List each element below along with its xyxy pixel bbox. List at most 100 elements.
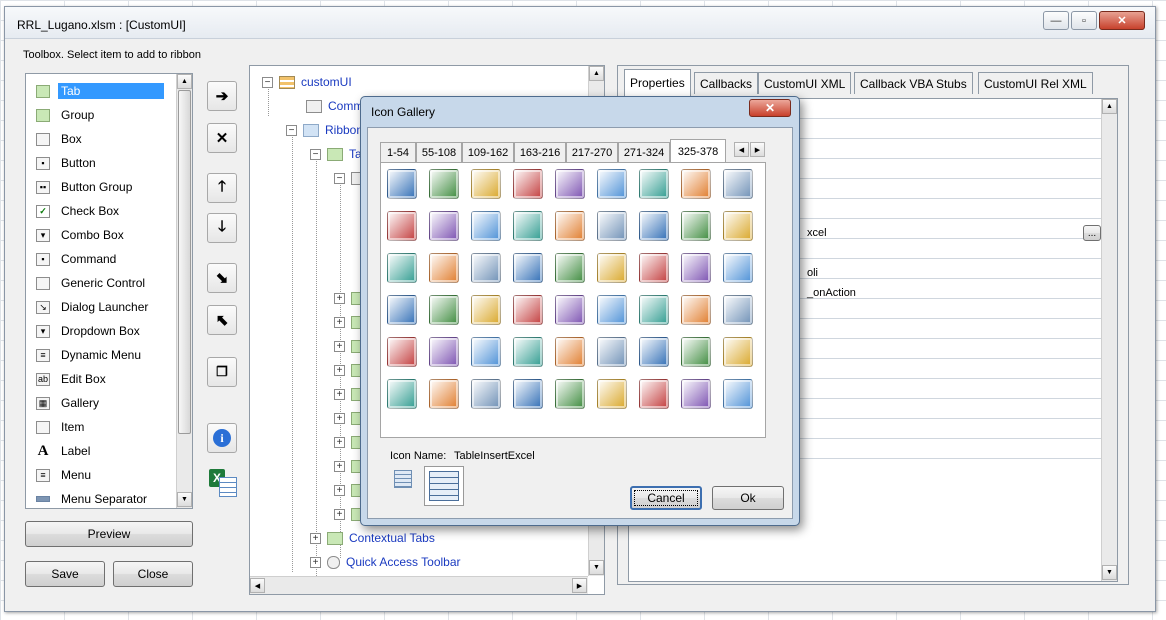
gallery-tab-163-216[interactable]: 163-216 — [514, 142, 566, 162]
access-icon[interactable] — [513, 253, 543, 283]
toolbox-item[interactable]: ✓ Check Box — [36, 200, 122, 222]
excel-link-icon[interactable] — [639, 337, 669, 367]
dialog-close-button[interactable]: ✕ — [749, 99, 791, 117]
word-table-icon[interactable] — [639, 253, 669, 283]
property-value[interactable]: xcel — [807, 227, 827, 239]
sparkle-document-icon[interactable] — [597, 337, 627, 367]
scroll-up-arrow-icon[interactable]: ▲ — [1102, 99, 1117, 114]
web-table-icon[interactable] — [639, 295, 669, 325]
copy-button[interactable]: ❐ — [207, 357, 237, 387]
toolbox-item[interactable]: ▪▪ Button Group — [36, 176, 135, 198]
tab-scroll-right-icon[interactable]: ▶ — [750, 142, 765, 157]
cancel-button[interactable]: Cancel — [630, 486, 702, 510]
shape-icon[interactable] — [387, 169, 417, 199]
expand-toggle[interactable]: + — [334, 388, 345, 400]
gallery-tab-1-54[interactable]: 1-54 — [380, 142, 416, 162]
move-up-button[interactable]: 🡑 — [207, 173, 237, 203]
gallery-tab-271-324[interactable]: 271-324 — [618, 142, 670, 162]
alert-access-icon[interactable] — [723, 253, 753, 283]
picture-icon[interactable] — [555, 379, 585, 409]
org-tree-icon[interactable] — [555, 211, 585, 241]
toolbox-item[interactable]: ↘ Dialog Launcher — [36, 296, 151, 318]
shape-select-icon[interactable] — [681, 169, 711, 199]
tab-customui-xml[interactable]: CustomUI XML — [758, 72, 852, 94]
add-item-button[interactable]: ➔ — [207, 81, 237, 111]
bulleted-list-icon[interactable] — [723, 169, 753, 199]
expand-toggle[interactable]: + — [334, 292, 345, 304]
tab-properties[interactable]: Properties — [624, 69, 691, 96]
delete-item-button[interactable]: ✕ — [207, 123, 237, 153]
toolbox-item[interactable]: Item — [36, 416, 87, 438]
document-arrow-icon[interactable] — [513, 379, 543, 409]
tree-node-contextual-tabs[interactable]: + Contextual Tabs — [310, 528, 435, 548]
pencil-edit-icon[interactable] — [555, 169, 585, 199]
minimize-button[interactable]: — — [1043, 11, 1069, 30]
expand-toggle[interactable]: + — [310, 532, 321, 544]
tab-customui-rel-xml[interactable]: CustomUI Rel XML — [978, 72, 1093, 94]
scroll-right-arrow-icon[interactable]: ▶ — [572, 578, 587, 593]
move-down-button[interactable]: 🡓 — [207, 213, 237, 243]
toolbox-item[interactable]: A Label — [36, 440, 93, 462]
tab-callback-vba-stubs[interactable]: Callback VBA Stubs — [854, 72, 973, 94]
table-left-icon[interactable] — [513, 337, 543, 367]
toolbox-item[interactable]: Menu Separator — [36, 488, 150, 508]
shape-new-icon[interactable] — [597, 169, 627, 199]
table-insert-excel-icon[interactable] — [387, 379, 417, 409]
shape-ghost-icon[interactable] — [471, 211, 501, 241]
table-refresh-icon[interactable] — [555, 295, 585, 325]
table-columns-icon[interactable] — [597, 295, 627, 325]
document-new-icon[interactable] — [681, 295, 711, 325]
shapes-stack-icon[interactable] — [471, 169, 501, 199]
folder-export-icon[interactable] — [429, 295, 459, 325]
toolbox-item[interactable]: ▦ Gallery — [36, 392, 102, 414]
toolbox-scrollbar[interactable]: ▲ ▼ — [176, 74, 192, 508]
close-button[interactable]: Close — [113, 561, 193, 587]
toolbox-item[interactable]: ▾ Dropdown Box — [36, 320, 143, 342]
number-field-icon[interactable] — [471, 379, 501, 409]
expand-toggle[interactable]: + — [310, 556, 321, 568]
excel-export-icon[interactable] — [723, 211, 753, 241]
toolbox-item[interactable]: Box — [36, 128, 85, 150]
tree-node-quick-access-toolbar[interactable]: + Quick Access Toolbar — [310, 552, 461, 572]
toolbox-item[interactable]: ▪ Command — [36, 248, 119, 270]
tab-scroll-left-icon[interactable]: ◀ — [734, 142, 749, 157]
film-reel-icon[interactable] — [429, 379, 459, 409]
ellipsis-button[interactable]: ... — [1083, 225, 1101, 241]
field-left-icon[interactable] — [387, 337, 417, 367]
expand-toggle[interactable]: + — [334, 436, 345, 448]
scroll-down-arrow-icon[interactable]: ▼ — [1102, 565, 1117, 580]
toolbox-item[interactable]: Tab — [36, 80, 164, 102]
property-scrollbar[interactable]: ▲ ▼ — [1101, 99, 1117, 581]
folder-open-icon[interactable] — [387, 295, 417, 325]
align-icon[interactable] — [681, 337, 711, 367]
barcode-icon[interactable] — [597, 379, 627, 409]
toolbox-item[interactable]: ▾ Combo Box — [36, 224, 127, 246]
toolbox-item[interactable]: Group — [36, 104, 97, 126]
mail-attach-icon[interactable] — [723, 337, 753, 367]
list-icon[interactable] — [387, 211, 417, 241]
icon-grid[interactable] — [380, 162, 766, 438]
expand-toggle[interactable]: + — [334, 364, 345, 376]
excel-table-icon[interactable] — [597, 253, 627, 283]
shape-tab-icon[interactable] — [639, 379, 669, 409]
gallery-tab-109-162[interactable]: 109-162 — [462, 142, 514, 162]
close-window-button[interactable]: ✕ — [1099, 11, 1145, 30]
expand-toggle[interactable]: + — [334, 316, 345, 328]
scroll-thumb[interactable] — [178, 90, 191, 434]
user-link-icon[interactable] — [471, 337, 501, 367]
formula-check-icon[interactable] — [429, 337, 459, 367]
palette-icon[interactable] — [387, 253, 417, 283]
expand-toggle[interactable]: + — [334, 340, 345, 352]
scroll-down-arrow-icon[interactable]: ▼ — [589, 560, 604, 575]
collapse-toggle[interactable]: − — [310, 148, 321, 160]
expand-toggle[interactable]: + — [334, 412, 345, 424]
tree-horizontal-scrollbar[interactable]: ◀ ▶ — [250, 576, 588, 594]
info-button[interactable]: i — [207, 423, 237, 453]
alert-icon[interactable] — [681, 253, 711, 283]
table-down-icon[interactable] — [723, 379, 753, 409]
preview-button[interactable]: Preview — [25, 521, 193, 547]
excel-arrow-icon[interactable] — [471, 253, 501, 283]
scroll-up-arrow-icon[interactable]: ▲ — [177, 74, 192, 89]
property-value[interactable]: _onAction — [807, 287, 856, 299]
ok-button[interactable]: Ok — [712, 486, 784, 510]
